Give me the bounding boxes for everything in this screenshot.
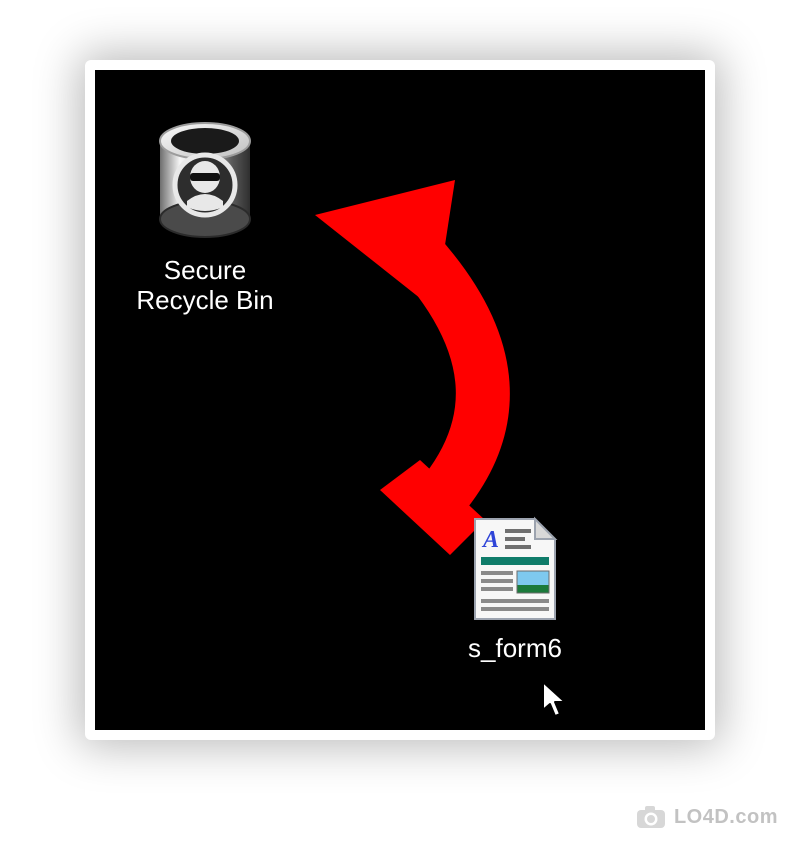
camera-icon [636,805,666,829]
desktop-area[interactable]: Secure Recycle Bin [95,70,705,730]
secure-recycle-bin[interactable]: Secure Recycle Bin [115,115,295,316]
document-file-label: s_form6 [468,634,562,664]
svg-text:A: A [481,527,499,553]
drag-arrow-icon [280,160,580,560]
document-file-icon: A [469,515,561,628]
watermark: LO4D.com [636,805,778,829]
document-file[interactable]: A [435,515,595,664]
watermark-text: LO4D.com [674,806,778,829]
recycle-bin-icon [145,115,265,250]
screenshot-frame: Secure Recycle Bin [85,60,715,740]
cursor-arrow-icon [540,680,570,720]
recycle-bin-label: Secure Recycle Bin [136,256,273,316]
